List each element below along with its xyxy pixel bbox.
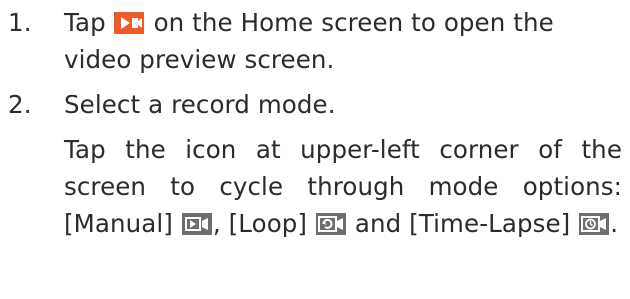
mode-label-manual: [Manual]	[64, 209, 173, 238]
loop-mode-icon	[315, 213, 346, 235]
mode-suffix-time-lapse: .	[610, 209, 619, 238]
step-number: 1.	[8, 8, 32, 37]
mode-label-time-lapse: [Time-Lapse]	[409, 209, 571, 238]
mode-suffix-loop: and	[354, 209, 402, 238]
step-1: 1. Tap on the Home screen to open the vi…	[8, 4, 622, 78]
video-preview-icon	[113, 12, 144, 34]
manual-mode-icon	[181, 213, 212, 235]
instruction-document: 1. Tap on the Home screen to open the vi…	[8, 4, 622, 242]
time-lapse-mode-icon	[579, 213, 610, 235]
step-2-instruction: Tap the icon at upper-left corner of the…	[64, 131, 622, 242]
instruction-text: Tap the icon at upper-left corner of the…	[64, 135, 622, 201]
mode-label-loop: [Loop]	[228, 209, 308, 238]
step-1-text-before: Tap	[64, 8, 106, 37]
step-number: 2.	[8, 90, 32, 119]
step-2-title: Select a record mode.	[64, 90, 336, 119]
mode-suffix-manual: ,	[212, 209, 221, 238]
step-2: 2. Select a record mode. Tap the icon at…	[8, 86, 622, 242]
